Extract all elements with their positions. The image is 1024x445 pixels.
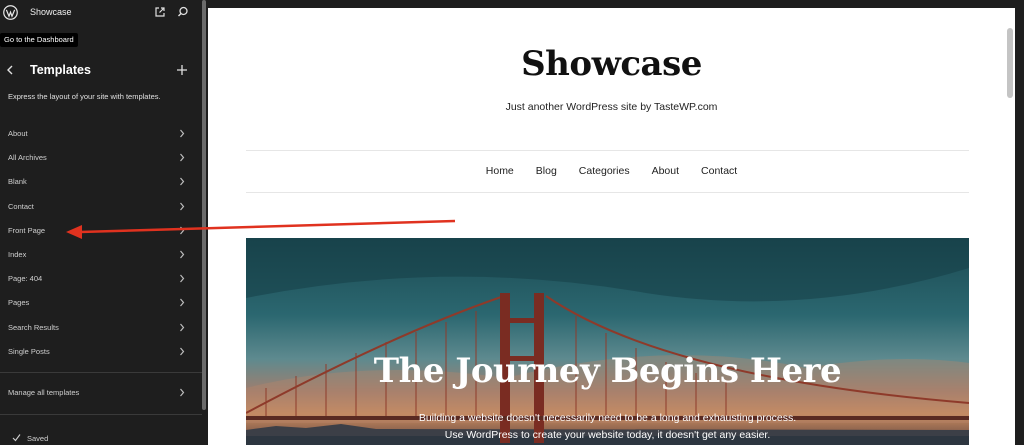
chevron-right-icon	[180, 299, 185, 307]
manage-templates-link[interactable]: Manage all templates	[0, 383, 195, 403]
chevron-right-icon	[180, 129, 185, 138]
template-item[interactable]: Pages	[0, 293, 195, 313]
chevron-right-icon	[180, 202, 185, 210]
template-item[interactable]: Index	[0, 245, 195, 265]
template-item-label: Pages	[8, 298, 30, 308]
template-item[interactable]: Contact	[0, 197, 195, 217]
sidebar-scrollbar[interactable]	[202, 0, 206, 410]
sidebar: Showcase Go to the Dashboard Templates E…	[0, 0, 202, 445]
site-name[interactable]: Showcase	[30, 7, 72, 17]
template-item[interactable]: All Archives	[0, 148, 195, 168]
hero-text[interactable]: Building a website doesn't necessarily n…	[416, 410, 799, 444]
manage-templates-label: Manage all templates	[8, 388, 80, 397]
template-item-label: All Archives	[8, 153, 47, 163]
template-item[interactable]: Page: 404	[0, 269, 195, 289]
nav-item[interactable]: Contact	[701, 165, 737, 177]
chevron-right-icon	[180, 274, 185, 283]
search-icon[interactable]	[177, 6, 189, 18]
divider	[0, 372, 202, 373]
template-item[interactable]: About	[0, 124, 195, 144]
site-tagline: Just another WordPress site by TasteWP.c…	[505, 101, 718, 113]
panel-title: Templates	[30, 63, 91, 77]
site-editor: Showcase Go to the Dashboard Templates E…	[0, 0, 1024, 445]
template-item-label: Front Page	[8, 225, 46, 235]
chevron-right-icon	[180, 250, 185, 259]
template-item-label: Single Posts	[8, 346, 50, 356]
template-item[interactable]: Blank	[0, 172, 195, 192]
template-item-label: Search Results	[8, 322, 59, 332]
check-icon	[12, 434, 21, 442]
site-title[interactable]: Showcase	[208, 44, 1015, 84]
site-preview-canvas[interactable]: Showcase Just another WordPress site by …	[208, 8, 1015, 445]
divider	[0, 414, 202, 415]
hero-cover: The Journey Begins Here Building a websi…	[246, 238, 969, 445]
panel-description: Express the layout of your site with tem…	[8, 92, 161, 101]
hero-title[interactable]: The Journey Begins Here	[246, 351, 969, 391]
template-item[interactable]: Search Results	[0, 318, 195, 338]
add-template-plus-icon[interactable]	[176, 64, 188, 76]
external-link-icon[interactable]	[154, 6, 166, 18]
nav-item[interactable]: Home	[486, 165, 514, 177]
template-item-label: Page: 404	[8, 274, 43, 284]
chevron-right-icon	[180, 178, 185, 186]
nav-item[interactable]: About	[652, 165, 679, 177]
sidebar-header: Showcase	[0, 0, 202, 26]
template-item[interactable]: Single Posts	[0, 342, 195, 362]
chevron-right-icon	[180, 347, 185, 356]
template-item-label: Contact	[8, 201, 34, 211]
chevron-right-icon	[180, 323, 185, 331]
nav-divider	[246, 192, 969, 193]
chevron-right-icon	[180, 153, 185, 162]
nav-item[interactable]: Categories	[579, 165, 630, 177]
preview-scrollbar[interactable]	[1007, 28, 1013, 98]
template-item-label: About	[8, 129, 28, 138]
back-chevron-icon[interactable]	[5, 64, 15, 76]
chevron-right-icon	[180, 226, 185, 235]
dashboard-tooltip: Go to the Dashboard	[0, 33, 78, 47]
template-item-label: Index	[8, 250, 27, 259]
nav-item[interactable]: Blog	[536, 165, 557, 177]
template-item-label: Blank	[8, 177, 27, 187]
wordpress-logo-icon[interactable]	[3, 5, 18, 20]
chevron-right-icon	[180, 388, 185, 397]
navigation-menu: Home Blog Categories About Contact	[208, 165, 1015, 177]
template-item[interactable]: Front Page	[0, 221, 195, 241]
save-status: Saved	[27, 434, 49, 443]
header-divider	[246, 150, 969, 151]
